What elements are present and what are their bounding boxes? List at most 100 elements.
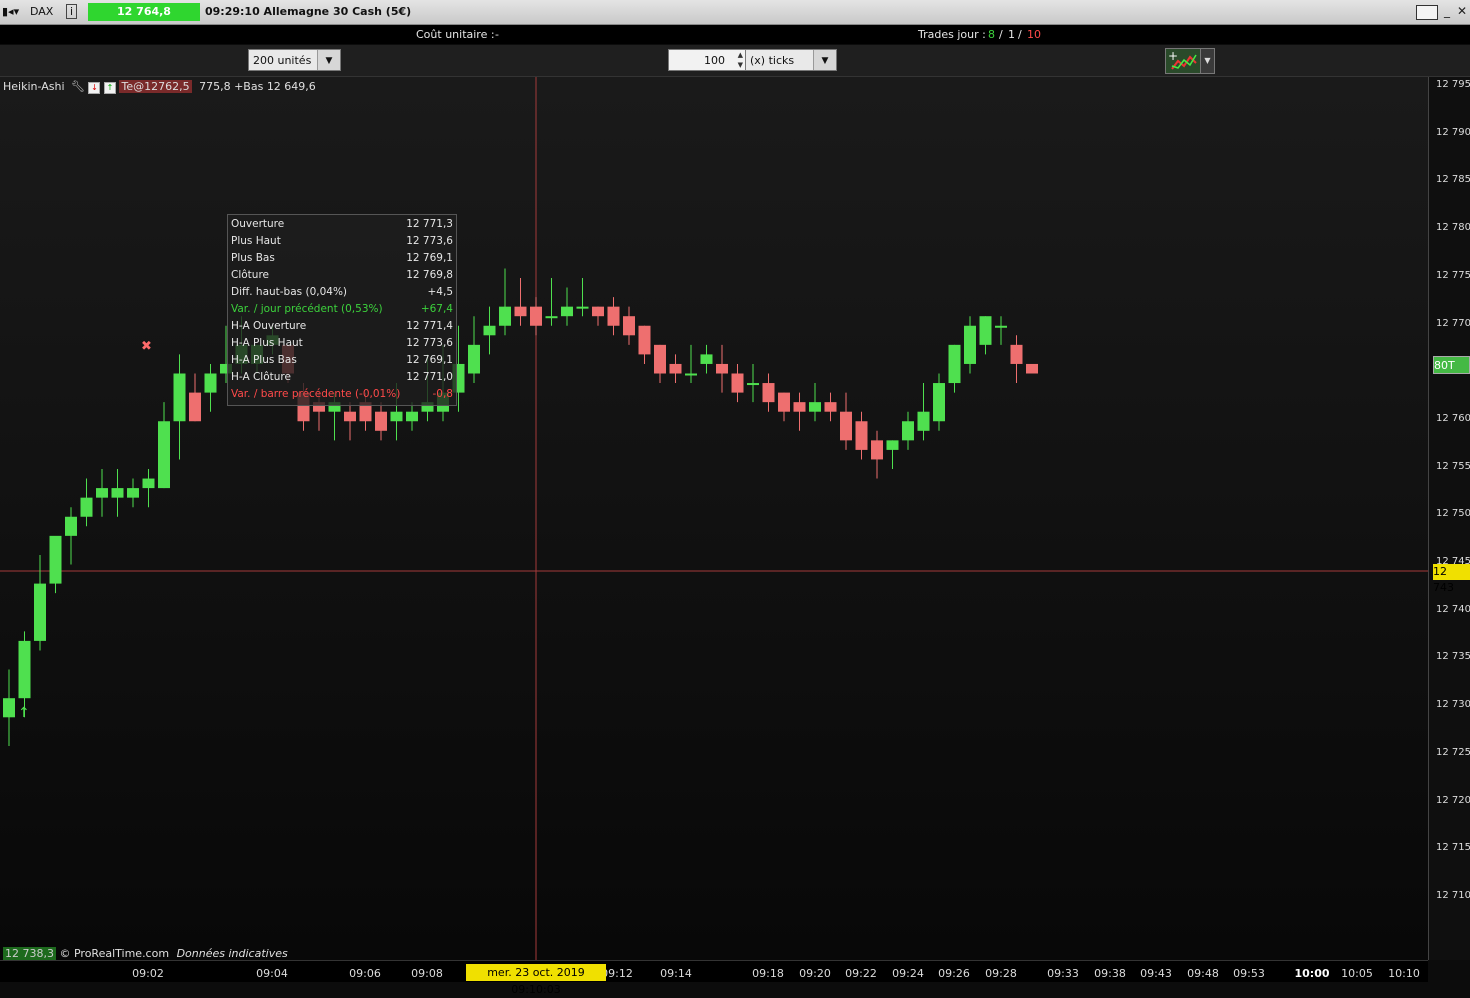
keyboard-icon[interactable] bbox=[1416, 5, 1438, 20]
toolbar: 200 unités ▼ 100 ▲ ▼ (x) ticks ▼ + ▼ bbox=[0, 45, 1470, 77]
price-tick-label: 12 780 bbox=[1436, 222, 1470, 234]
time-tick-label: 10:10 bbox=[1388, 967, 1420, 980]
tooltip-row: Plus Haut 12 773,6 bbox=[231, 235, 453, 252]
candle-body bbox=[855, 421, 868, 450]
indicator-dropdown-icon[interactable]: ▼ bbox=[1200, 48, 1215, 74]
candle-down bbox=[840, 392, 852, 450]
add-indicator-icon[interactable]: + bbox=[1165, 48, 1201, 74]
info-icon[interactable]: i bbox=[66, 4, 78, 19]
candle-up bbox=[964, 316, 976, 374]
candle-body bbox=[669, 363, 682, 374]
tooltip-value: -0,8 bbox=[432, 388, 454, 400]
price-chart[interactable]: ↑✖ bbox=[0, 77, 1428, 960]
candle-body bbox=[127, 488, 139, 498]
price-tick-label: 12 710 bbox=[1436, 889, 1470, 901]
crosshair-time-label: mer. 23 oct. 2019 09:10:03 bbox=[466, 964, 606, 996]
trades-sep-2: / bbox=[1018, 28, 1022, 41]
price-axis[interactable]: 12 795 12 790 12 785 12 780 12 775 12 770 12 7… bbox=[1428, 77, 1470, 960]
candle-body bbox=[390, 411, 403, 422]
trades-label: Trades jour : bbox=[918, 28, 986, 41]
candle-body bbox=[1010, 344, 1023, 364]
price-tick-label: 12 735 bbox=[1436, 651, 1470, 663]
tooltip-value: 12 769,1 bbox=[406, 354, 453, 366]
price-tick-label: 12 755 bbox=[1436, 460, 1470, 472]
candle-up bbox=[685, 344, 697, 384]
candle-body bbox=[468, 344, 480, 374]
candle-body bbox=[917, 411, 930, 431]
cost-label: Coût unitaire : bbox=[416, 28, 495, 41]
candle-up bbox=[173, 354, 186, 460]
time-tick-label: 09:38 bbox=[1094, 967, 1126, 980]
time-tick-label: 09:06 bbox=[349, 967, 381, 980]
candlestick-menu-icon[interactable]: ▮◂▾ bbox=[2, 5, 19, 18]
tooltip-key: H-A Ouverture bbox=[231, 320, 307, 332]
time-axis[interactable]: 09:02 09:04 09:06 09:08 09:12 09:14 09:18 09:20… bbox=[0, 960, 1428, 982]
candle-body bbox=[762, 383, 775, 403]
candle-up bbox=[809, 383, 821, 422]
candle-body bbox=[716, 363, 728, 374]
cost-value: - bbox=[495, 28, 499, 41]
candle-body bbox=[809, 402, 821, 412]
candle-up bbox=[111, 469, 124, 517]
candle-body bbox=[623, 316, 635, 336]
current-price-label: 80T bbox=[1433, 356, 1470, 374]
wrench-icon[interactable]: 🔧︎ bbox=[71, 80, 85, 93]
svg-text:+: + bbox=[1168, 49, 1178, 63]
candle-body bbox=[995, 325, 1007, 328]
candle-up bbox=[886, 440, 899, 469]
candle-up bbox=[49, 535, 62, 594]
candle-body bbox=[592, 306, 604, 317]
tooltip-row: H-A Clôture 12 771,0 bbox=[231, 371, 453, 388]
chart-area[interactable]: ↑ ✖ bbox=[0, 77, 1428, 960]
time-tick-label: 09:26 bbox=[938, 967, 970, 980]
ticks-input[interactable]: 100 ▲ ▼ bbox=[668, 49, 746, 71]
down-arrow-icon[interactable]: ↓ bbox=[88, 82, 101, 94]
candle-down bbox=[669, 354, 682, 384]
candle-body bbox=[530, 306, 542, 326]
symbol-label[interactable]: DAX bbox=[30, 5, 53, 18]
price-tick-label: 12 790 bbox=[1436, 126, 1470, 138]
up-arrow-icon[interactable]: ↑ bbox=[103, 82, 116, 94]
candle-down bbox=[344, 402, 356, 441]
candle-up bbox=[499, 268, 511, 336]
candle-up bbox=[65, 507, 77, 565]
ticks-mode-value: (x) ticks bbox=[750, 54, 795, 67]
trades-neutral: 1 bbox=[1008, 28, 1015, 41]
candle-up bbox=[80, 478, 93, 527]
info-strip: Coût unitaire : - Trades jour : 8 / 1 / … bbox=[0, 25, 1470, 44]
candle-up bbox=[3, 669, 15, 746]
candle-up bbox=[468, 316, 480, 384]
buy-arrow-icon: ↑ bbox=[18, 705, 30, 721]
time-tick-label: 09:08 bbox=[411, 967, 443, 980]
price-tick-label: 12 720 bbox=[1436, 794, 1470, 806]
indicator-legend: Heikin-Ashi 🔧︎ ↓ ↑ Te@12762,5 775,8 +Bas… bbox=[3, 80, 316, 94]
candle-down bbox=[871, 430, 883, 479]
tooltip-value: 12 773,6 bbox=[406, 337, 453, 349]
candle-up bbox=[561, 287, 573, 326]
footer-disclaimer: Données indicatives bbox=[176, 947, 288, 960]
ticks-mode-dropdown[interactable]: (x) ticks ▼ bbox=[745, 49, 837, 71]
chevron-down-icon[interactable]: ▼ bbox=[813, 50, 836, 70]
candle-up bbox=[34, 554, 46, 651]
candle-body bbox=[49, 535, 62, 584]
tooltip-row: Clôture 12 769,8 bbox=[231, 269, 453, 286]
candle-down bbox=[375, 402, 387, 441]
price-tick-label: 12 715 bbox=[1436, 842, 1470, 854]
candle-body bbox=[1026, 363, 1038, 374]
candle-body bbox=[499, 306, 511, 326]
tooltip-value: 12 769,1 bbox=[406, 252, 453, 264]
stepper-icon[interactable]: ▲ ▼ bbox=[738, 50, 743, 70]
candle-body bbox=[189, 392, 201, 422]
minimize-icon[interactable]: _ bbox=[1440, 4, 1454, 18]
candle-body bbox=[375, 411, 387, 431]
candle-body bbox=[824, 402, 837, 412]
candle-body bbox=[96, 488, 108, 498]
close-icon[interactable]: ✕ bbox=[1455, 4, 1469, 18]
candle-body bbox=[793, 402, 806, 412]
units-dropdown[interactable]: 200 unités ▼ bbox=[248, 49, 341, 71]
candle-body bbox=[700, 354, 713, 364]
candle-down bbox=[1010, 335, 1023, 384]
chevron-down-icon[interactable]: ▼ bbox=[317, 50, 340, 70]
tooltip-value: +4,5 bbox=[427, 286, 454, 298]
tooltip-key: Ouverture bbox=[231, 218, 285, 230]
